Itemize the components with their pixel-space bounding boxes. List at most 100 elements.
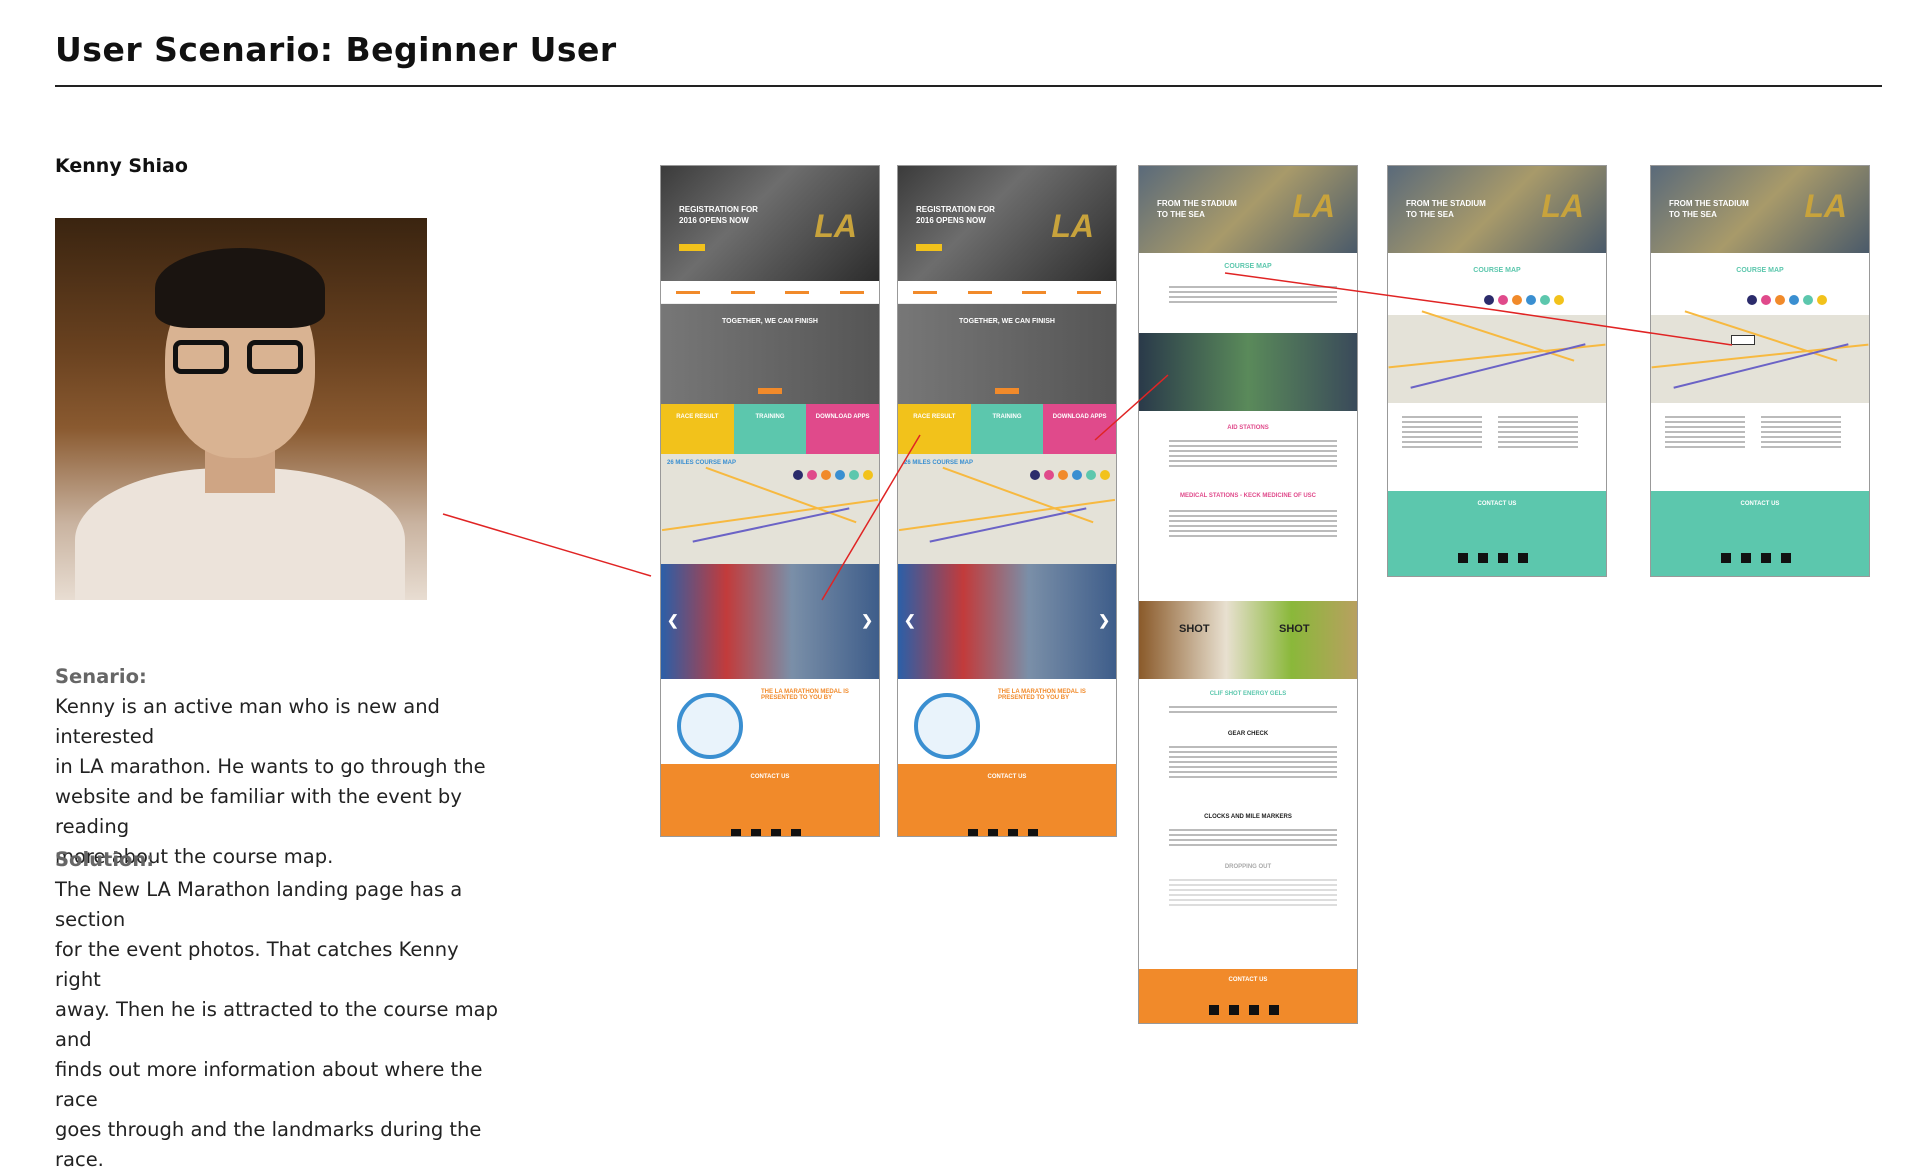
details-section: CLIF SHOT ENERGY GELS GEAR CHECK CLOCKS … xyxy=(1139,679,1357,969)
flow-line-persona-to-page xyxy=(442,513,652,577)
solution-line: for the event photos. That catches Kenny… xyxy=(55,938,459,991)
title-divider xyxy=(55,85,1882,87)
medal-section: THE LA MARATHON MEDAL IS PRESENTED TO YO… xyxy=(661,679,879,764)
landing-page-mockup-2: REGISTRATION FOR 2016 OPENS NOW LA TOGET… xyxy=(897,165,1117,837)
carousel-next-icon[interactable]: ❯ xyxy=(861,612,873,629)
facebook-icon[interactable] xyxy=(731,829,741,836)
youtube-icon[interactable] xyxy=(1518,553,1528,563)
contact-heading: CONTACT US xyxy=(750,774,790,780)
together-button[interactable] xyxy=(995,388,1019,394)
together-section: TOGETHER, WE CAN FINISH xyxy=(898,304,1116,404)
hero-text: REGISTRATION FOR 2016 OPENS NOW xyxy=(916,205,995,225)
contact-heading: CONTACT US xyxy=(987,774,1027,780)
scenario-heading: Senario: xyxy=(55,665,147,688)
rss-icon[interactable] xyxy=(771,829,781,836)
persona-photo xyxy=(55,218,427,600)
solution-line: The New LA Marathon landing page has a s… xyxy=(55,878,463,931)
youtube-icon[interactable] xyxy=(791,829,801,836)
event-photos-carousel[interactable]: ❮ ❯ xyxy=(898,564,1116,679)
register-button[interactable] xyxy=(679,244,705,251)
landing-page-mockup-1: REGISTRATION FOR 2016 OPENS NOW LA TOGET… xyxy=(660,165,880,837)
stadium-banner: FROM THE STADIUM TO THE SEA LA xyxy=(1651,166,1869,253)
course-map-section: 26 MILES COURSE MAP xyxy=(661,454,879,564)
twitter-icon[interactable] xyxy=(1741,553,1751,563)
solution-line: goes through and the landmarks during th… xyxy=(55,1118,482,1171)
solution-line: finds out more information about where t… xyxy=(55,1058,483,1111)
facebook-icon[interactable] xyxy=(968,829,978,836)
tile-training[interactable]: TRAINING xyxy=(970,404,1044,454)
dropping-out-heading: DROPPING OUT xyxy=(1224,864,1272,870)
hero-text: REGISTRATION FOR 2016 OPENS NOW xyxy=(679,205,758,225)
rss-icon[interactable] xyxy=(1249,1005,1259,1015)
together-heading: TOGETHER, WE CAN FINISH xyxy=(722,318,818,325)
course-map-view[interactable] xyxy=(1388,310,1606,403)
course-info-page-mockup: FROM THE STADIUM TO THE SEA LA COURSE MA… xyxy=(1138,165,1358,1024)
tile-race-result[interactable]: RACE RESULT xyxy=(661,404,734,454)
course-map-section[interactable]: 26 MILES COURSE MAP xyxy=(898,454,1116,564)
course-map-heading: 26 MILES COURSE MAP xyxy=(667,460,737,466)
facebook-icon[interactable] xyxy=(1209,1005,1219,1015)
contact-footer: CONTACT US xyxy=(1139,969,1357,1023)
medal-heading: THE LA MARATHON MEDAL IS PRESENTED TO YO… xyxy=(998,689,1086,701)
contact-heading: CONTACT US xyxy=(1228,977,1268,983)
register-button[interactable] xyxy=(916,244,942,251)
solution-heading: Solution: xyxy=(55,848,155,871)
together-heading: TOGETHER, WE CAN FINISH xyxy=(959,318,1055,325)
course-map-heading: 26 MILES COURSE MAP xyxy=(904,460,974,466)
rss-icon[interactable] xyxy=(1761,553,1771,563)
twitter-icon[interactable] xyxy=(751,829,761,836)
twitter-icon[interactable] xyxy=(988,829,998,836)
medal-section: THE LA MARATHON MEDAL IS PRESENTED TO YO… xyxy=(898,679,1116,764)
clif-heading: CLIF SHOT ENERGY GELS xyxy=(1209,691,1287,697)
medal-heading: THE LA MARATHON MEDAL IS PRESENTED TO YO… xyxy=(761,689,849,701)
map-tooltip xyxy=(1731,335,1755,345)
together-button[interactable] xyxy=(758,388,782,394)
la-logo: LA xyxy=(1804,188,1847,224)
clocks-heading: CLOCKS AND MILE MARKERS xyxy=(1204,814,1292,820)
aid-medical-section: AID STATIONS MEDICAL STATIONS - KECK MED… xyxy=(1139,411,1357,601)
facebook-icon[interactable] xyxy=(1721,553,1731,563)
stadium-heading: FROM THE STADIUM TO THE SEA xyxy=(1406,199,1486,219)
hero-banner: REGISTRATION FOR 2016 OPENS NOW LA xyxy=(661,166,879,281)
course-map-intro: COURSE MAP xyxy=(1139,253,1357,333)
feature-tiles: RACE RESULT TRAINING DOWNLOAD APPS xyxy=(661,404,879,454)
contact-heading: CONTACT US xyxy=(1740,501,1780,507)
twitter-icon[interactable] xyxy=(1229,1005,1239,1015)
course-map-link[interactable]: COURSE MAP xyxy=(1139,263,1357,270)
energy-gels-photo: SHOT SHOT xyxy=(1139,601,1357,679)
rss-icon[interactable] xyxy=(1008,829,1018,836)
feature-tiles: RACE RESULT TRAINING DOWNLOAD APPS xyxy=(898,404,1116,454)
tile-race-result[interactable]: RACE RESULT xyxy=(898,404,971,454)
solution-block: Solution: The New LA Marathon landing pa… xyxy=(55,845,505,1175)
event-photos-carousel[interactable]: ❮ ❯ xyxy=(661,564,879,679)
scenario-line: website and be familiar with the event b… xyxy=(55,785,462,838)
contact-footer: CONTACT US xyxy=(1388,491,1606,576)
youtube-icon[interactable] xyxy=(1028,829,1038,836)
aid-stations-heading: AID STATIONS xyxy=(1227,425,1269,431)
page-title: User Scenario: Beginner User xyxy=(55,30,617,69)
course-map-view[interactable] xyxy=(1651,310,1869,403)
carousel-next-icon[interactable]: ❯ xyxy=(1098,612,1110,629)
solution-line: away. Then he is attracted to the course… xyxy=(55,998,498,1051)
gear-check-heading: GEAR CHECK xyxy=(1227,731,1269,737)
youtube-icon[interactable] xyxy=(1781,553,1791,563)
twitter-icon[interactable] xyxy=(1478,553,1488,563)
stadium-banner: FROM THE STADIUM TO THE SEA LA xyxy=(1388,166,1606,253)
course-map-header: COURSE MAP xyxy=(1651,253,1869,315)
scenario-block: Senario: Kenny is an active man who is n… xyxy=(55,662,505,872)
landmarks-list xyxy=(1388,403,1606,491)
together-section: TOGETHER, WE CAN FINISH xyxy=(661,304,879,404)
tile-training[interactable]: TRAINING xyxy=(733,404,807,454)
tile-download-apps[interactable]: DOWNLOAD APPS xyxy=(1043,404,1116,454)
tile-download-apps[interactable]: DOWNLOAD APPS xyxy=(806,404,879,454)
scenario-line: Kenny is an active man who is new and in… xyxy=(55,695,440,748)
contact-footer: CONTACT US xyxy=(1651,491,1869,576)
rss-icon[interactable] xyxy=(1498,553,1508,563)
course-map-header: COURSE MAP xyxy=(1388,253,1606,315)
carousel-prev-icon[interactable]: ❮ xyxy=(667,612,679,629)
youtube-icon[interactable] xyxy=(1269,1005,1279,1015)
la-logo: LA xyxy=(1292,188,1335,224)
facebook-icon[interactable] xyxy=(1458,553,1468,563)
carousel-prev-icon[interactable]: ❮ xyxy=(904,612,916,629)
aid-photo xyxy=(1139,333,1357,411)
